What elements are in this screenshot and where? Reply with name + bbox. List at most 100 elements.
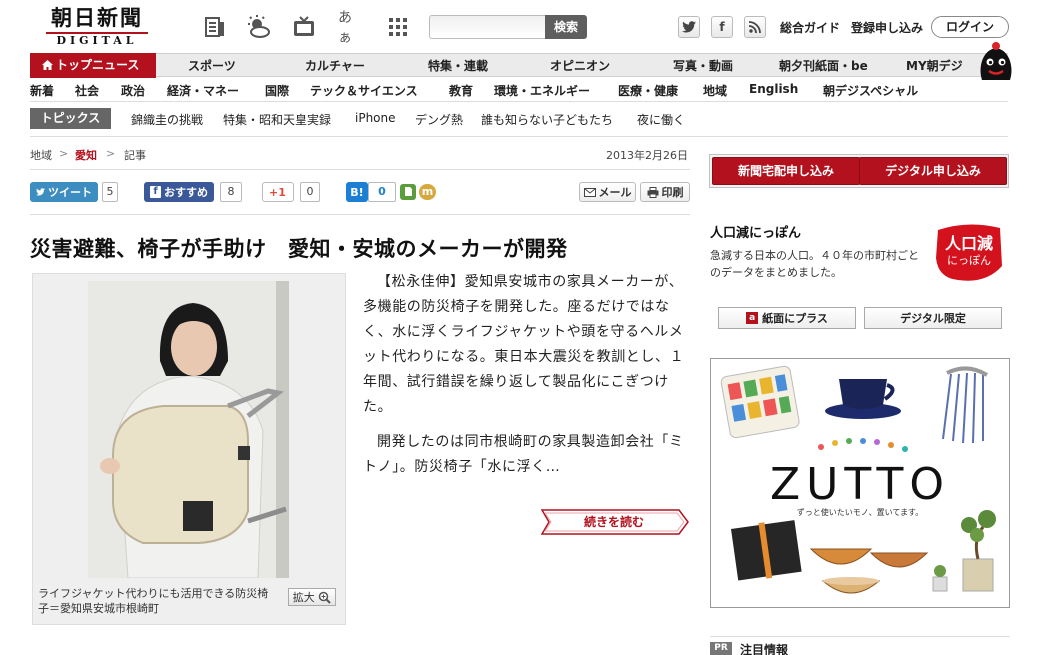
topic-link[interactable]: 誰も知らない子どもたち <box>481 111 613 128</box>
topic-link[interactable]: 夜に働く <box>637 111 685 128</box>
guide-link[interactable]: 総合ガイド <box>780 19 840 36</box>
topics-label: トピックス <box>30 108 111 129</box>
hatena-label: B! <box>350 185 364 199</box>
gplus-label: +1 <box>269 185 286 199</box>
asahi-a-icon: a <box>746 312 759 324</box>
facebook-icon[interactable]: f <box>711 16 733 38</box>
topic-link[interactable]: デング熱 <box>415 111 463 128</box>
printer-icon <box>647 186 658 198</box>
tweet-count: 5 <box>102 182 118 202</box>
divider <box>710 636 1010 637</box>
article-date: 2013年2月26日 <box>606 149 688 162</box>
ad-brand-name: ZUTTO <box>770 459 950 510</box>
asahi-digital-logo[interactable]: 朝日新聞 DIGITAL <box>38 6 156 48</box>
fb-label: おすすめ <box>164 186 208 199</box>
nav-item-my-asadigi[interactable]: MY朝デジ <box>906 57 963 74</box>
print-label: 印刷 <box>661 186 684 199</box>
facebook-recommend-button[interactable]: f おすすめ <box>144 182 214 202</box>
subnav-item-medical[interactable]: 医療・健康 <box>618 82 678 99</box>
font-size-icon[interactable]: あぁ <box>338 10 364 46</box>
divider <box>30 136 1008 137</box>
gplus-button[interactable]: +1 <box>262 182 294 202</box>
logo-sub-text: DIGITAL <box>46 32 148 48</box>
magnifier-plus-icon <box>319 591 331 604</box>
nav-item-culture[interactable]: カルチャー <box>305 57 365 74</box>
zutto-advertisement[interactable]: ZUTTO ずっと使いたいモノ、置いてます。 <box>710 358 1010 608</box>
subnav-item-economy[interactable]: 経済・マネー <box>167 82 239 99</box>
divider <box>30 101 1008 102</box>
tweet-button[interactable]: ツイート <box>30 182 98 202</box>
breadcrumb-separator: > <box>59 147 69 160</box>
login-button[interactable]: ログイン <box>931 16 1009 38</box>
digital-subscribe-button[interactable]: デジタル申し込み <box>859 157 1007 185</box>
badge-subtext: にっぽん <box>947 254 991 267</box>
pr-badge: PR <box>710 642 732 655</box>
home-icon <box>42 60 53 70</box>
population-feature-title[interactable]: 人口減にっぽん <box>710 222 801 241</box>
mail-button[interactable]: メール <box>579 182 636 202</box>
breadcrumb-article: 記事 <box>124 149 146 162</box>
newspaper-icon[interactable] <box>202 14 228 40</box>
article-body: 【松永佳伸】愛知県安城市の家具メーカーが、多機能の防災椅子を開発した。座るだけで… <box>363 270 689 490</box>
logo-main-text: 朝日新聞 <box>51 5 143 30</box>
facebook-f-icon: f <box>150 186 161 198</box>
newspaper-delivery-button[interactable]: 新聞宅配申し込み <box>712 157 860 185</box>
read-more-button[interactable]: 続きを読む <box>541 509 689 535</box>
evernote-icon[interactable] <box>400 184 416 200</box>
digital-only-label: デジタル限定 <box>900 312 966 325</box>
nav-item-opinion[interactable]: オピニオン <box>550 57 610 74</box>
subnav-item-society[interactable]: 社会 <box>75 82 99 99</box>
grid-menu-icon[interactable] <box>385 14 411 40</box>
search-input[interactable] <box>429 15 545 39</box>
nav-item-sports[interactable]: スポーツ <box>188 57 236 74</box>
subnav-item-special[interactable]: 朝デジスペシャル <box>823 82 918 99</box>
population-feature-badge[interactable]: 人口減 にっぽん <box>928 218 1008 288</box>
article-headline: 災害避難、椅子が手助け 愛知・安城のメーカーが開発 <box>30 237 568 261</box>
zoom-label: 拡大 <box>292 591 315 604</box>
topic-link[interactable]: iPhone <box>355 111 396 125</box>
subnav-item-english[interactable]: English <box>749 82 798 96</box>
enlarge-photo-button[interactable]: 拡大 <box>288 588 336 606</box>
topic-link[interactable]: 特集・昭和天皇実録 <box>223 111 331 128</box>
twitter-icon[interactable] <box>678 16 700 38</box>
nav-item-features[interactable]: 特集・連載 <box>428 57 488 74</box>
subnav-item-politics[interactable]: 政治 <box>121 82 145 99</box>
divider <box>30 214 690 215</box>
search-button[interactable]: 検索 <box>545 15 587 39</box>
breadcrumb-separator: > <box>106 147 116 160</box>
badge-text: 人口減 <box>944 234 993 253</box>
hatena-bookmark-button[interactable]: B! <box>346 182 368 202</box>
article-paragraph: 開発したのは同市根崎町の家具製造卸会社「ミトノ」。防災椅子「水に浮く… <box>363 434 684 475</box>
mixi-icon[interactable]: m <box>419 184 436 200</box>
rss-icon[interactable] <box>744 16 766 38</box>
weather-icon[interactable] <box>245 14 271 40</box>
facebook-count: 8 <box>220 182 242 202</box>
subnav-item-education[interactable]: 教育 <box>449 82 473 99</box>
read-more-label: 続きを読む <box>583 515 644 529</box>
register-link[interactable]: 登録申し込み <box>851 19 923 36</box>
digital-only-button[interactable]: デジタル限定 <box>864 307 1002 329</box>
print-plus-button[interactable]: a 紙面にプラス <box>718 307 856 329</box>
photo-caption: ライフジャケット代わりにも活用できる防災椅子＝愛知県安城市根崎町 <box>38 587 269 615</box>
twitter-bird-icon <box>36 188 45 196</box>
subnav-item-international[interactable]: 国際 <box>265 82 289 99</box>
subnav-item-tech-science[interactable]: テック＆サイエンス <box>310 82 418 99</box>
mascot-icon[interactable] <box>976 40 1016 82</box>
breadcrumb-region[interactable]: 地域 <box>30 147 52 163</box>
article-photo[interactable] <box>88 281 289 578</box>
subnav-item-environment[interactable]: 環境・エネルギー <box>494 82 590 99</box>
topic-link[interactable]: 錦織圭の挑戦 <box>131 111 203 128</box>
nav-item-print-edition[interactable]: 朝夕刊紙面・be <box>779 57 868 74</box>
article-paragraph: 【松永佳伸】愛知県安城市の家具メーカーが、多機能の防災椅子を開発した。座るだけで… <box>363 274 685 415</box>
breadcrumb-aichi[interactable]: 愛知 <box>75 147 97 163</box>
subnav-item-region[interactable]: 地域 <box>703 82 727 99</box>
tweet-label: ツイート <box>48 186 92 199</box>
subnav-item-latest[interactable]: 新着 <box>30 82 54 99</box>
gplus-count: 0 <box>300 182 320 202</box>
print-button[interactable]: 印刷 <box>640 182 690 202</box>
tv-icon[interactable] <box>291 14 317 40</box>
nav-item-top-news[interactable]: トップニュース <box>30 53 156 78</box>
featured-info-heading: 注目情報 <box>740 643 789 655</box>
nav-item-photo-video[interactable]: 写真・動画 <box>673 57 733 74</box>
mail-label: メール <box>598 186 632 199</box>
